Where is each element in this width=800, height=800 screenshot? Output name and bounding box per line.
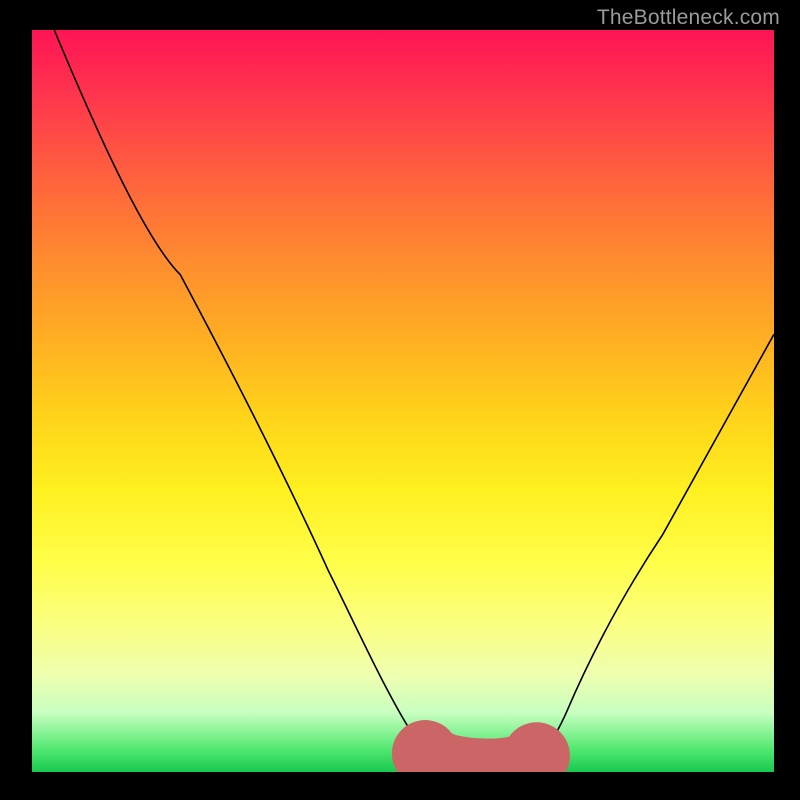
chart-container: TheBottleneck.com — [0, 0, 800, 800]
attribution-text: TheBottleneck.com — [597, 6, 780, 30]
curve-layer — [32, 30, 774, 772]
optimal-zone-marker — [425, 753, 536, 772]
bottleneck-curve — [54, 30, 774, 772]
